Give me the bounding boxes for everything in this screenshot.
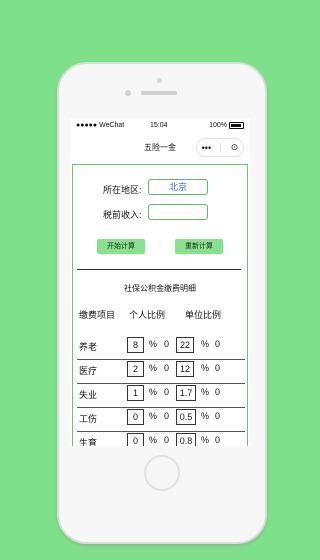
location-label: 所在地区: bbox=[103, 185, 142, 195]
company-rate-field[interactable]: 0.5 bbox=[176, 409, 196, 425]
front-camera bbox=[125, 90, 131, 96]
earpiece-speaker bbox=[141, 91, 177, 95]
reset-calculation-button[interactable]: 重新计算 bbox=[175, 239, 223, 254]
company-rate-field[interactable]: 12 bbox=[176, 361, 194, 377]
battery-icon bbox=[229, 122, 244, 129]
personal-amount: 0 bbox=[164, 435, 170, 445]
income-field[interactable] bbox=[148, 204, 208, 220]
header-company-rate: 单位比例 bbox=[185, 310, 222, 320]
personal-amount: 0 bbox=[164, 411, 170, 421]
table-row: 医疗 2 % 0 12 % 0 bbox=[77, 359, 245, 384]
personal-percent: % bbox=[149, 435, 158, 445]
company-percent: % bbox=[201, 435, 210, 445]
personal-percent: % bbox=[149, 339, 158, 349]
personal-percent: % bbox=[149, 387, 158, 397]
battery-status: 100% bbox=[209, 122, 244, 129]
personal-rate-field[interactable]: 0 bbox=[127, 409, 144, 425]
personal-amount: 0 bbox=[164, 339, 170, 349]
company-percent: % bbox=[201, 387, 210, 397]
home-button[interactable] bbox=[144, 455, 180, 491]
personal-rate-field[interactable]: 0 bbox=[127, 433, 144, 446]
personal-amount: 0 bbox=[164, 387, 170, 397]
capsule-divider bbox=[220, 143, 222, 152]
company-amount: 0 bbox=[215, 363, 221, 373]
header-item: 缴费项目 bbox=[79, 310, 116, 320]
personal-rate-field[interactable]: 8 bbox=[127, 337, 144, 353]
table-row: 生育 0 % 0 0.8 % 0 bbox=[77, 431, 245, 446]
income-label: 税前收入: bbox=[103, 210, 142, 220]
company-percent: % bbox=[201, 363, 210, 373]
details-title: 社保公积金缴费明细 bbox=[124, 284, 196, 293]
company-amount: 0 bbox=[215, 339, 221, 349]
personal-rate-field[interactable]: 2 bbox=[127, 361, 144, 377]
company-rate-field[interactable]: 1.7 bbox=[176, 385, 196, 401]
more-icon[interactable]: ••• bbox=[202, 143, 211, 153]
company-rate-field[interactable]: 0.8 bbox=[176, 433, 196, 446]
status-time: 15:04 bbox=[150, 122, 168, 129]
status-bar: ●●●●● WeChat 15:04 100% bbox=[70, 118, 250, 134]
personal-rate-field[interactable]: 1 bbox=[127, 385, 144, 401]
signal-indicator: ●●●●● WeChat bbox=[76, 122, 125, 129]
row-item-name: 生育 bbox=[79, 438, 98, 446]
personal-percent: % bbox=[149, 363, 158, 373]
company-rate-field[interactable]: 22 bbox=[176, 337, 194, 353]
table-row: 失业 1 % 0 1.7 % 0 bbox=[77, 383, 245, 408]
table-row: 工伤 0 % 0 0.5 % 0 bbox=[77, 407, 245, 432]
company-amount: 0 bbox=[215, 435, 221, 445]
row-item-name: 医疗 bbox=[79, 366, 98, 376]
company-amount: 0 bbox=[215, 411, 221, 421]
company-percent: % bbox=[201, 411, 210, 421]
location-field[interactable]: 北京 bbox=[148, 179, 208, 195]
personal-amount: 0 bbox=[164, 363, 170, 373]
front-sensor bbox=[157, 78, 162, 83]
app-screen: ●●●●● WeChat 15:04 100% 五险一金 ••• ⊙ 所在地区:… bbox=[70, 118, 250, 446]
company-percent: % bbox=[201, 339, 210, 349]
personal-percent: % bbox=[149, 411, 158, 421]
close-icon[interactable]: ⊙ bbox=[231, 142, 239, 153]
row-item-name: 养老 bbox=[79, 342, 98, 352]
header-personal-rate: 个人比例 bbox=[129, 310, 166, 320]
nav-bar: 五险一金 ••• ⊙ bbox=[70, 134, 250, 162]
calculator-panel: 所在地区: 北京 税前收入: 开始计算 重新计算 社保公积金缴费明细 缴费项目 … bbox=[72, 164, 248, 446]
table-row: 养老 8 % 0 22 % 0 bbox=[77, 335, 245, 360]
row-item-name: 工伤 bbox=[79, 414, 98, 424]
start-calculation-button[interactable]: 开始计算 bbox=[97, 239, 145, 254]
mini-program-capsule: ••• ⊙ bbox=[196, 138, 244, 157]
battery-percent: 100% bbox=[209, 122, 227, 129]
section-divider bbox=[77, 269, 241, 270]
company-amount: 0 bbox=[215, 387, 221, 397]
row-item-name: 失业 bbox=[79, 390, 98, 400]
